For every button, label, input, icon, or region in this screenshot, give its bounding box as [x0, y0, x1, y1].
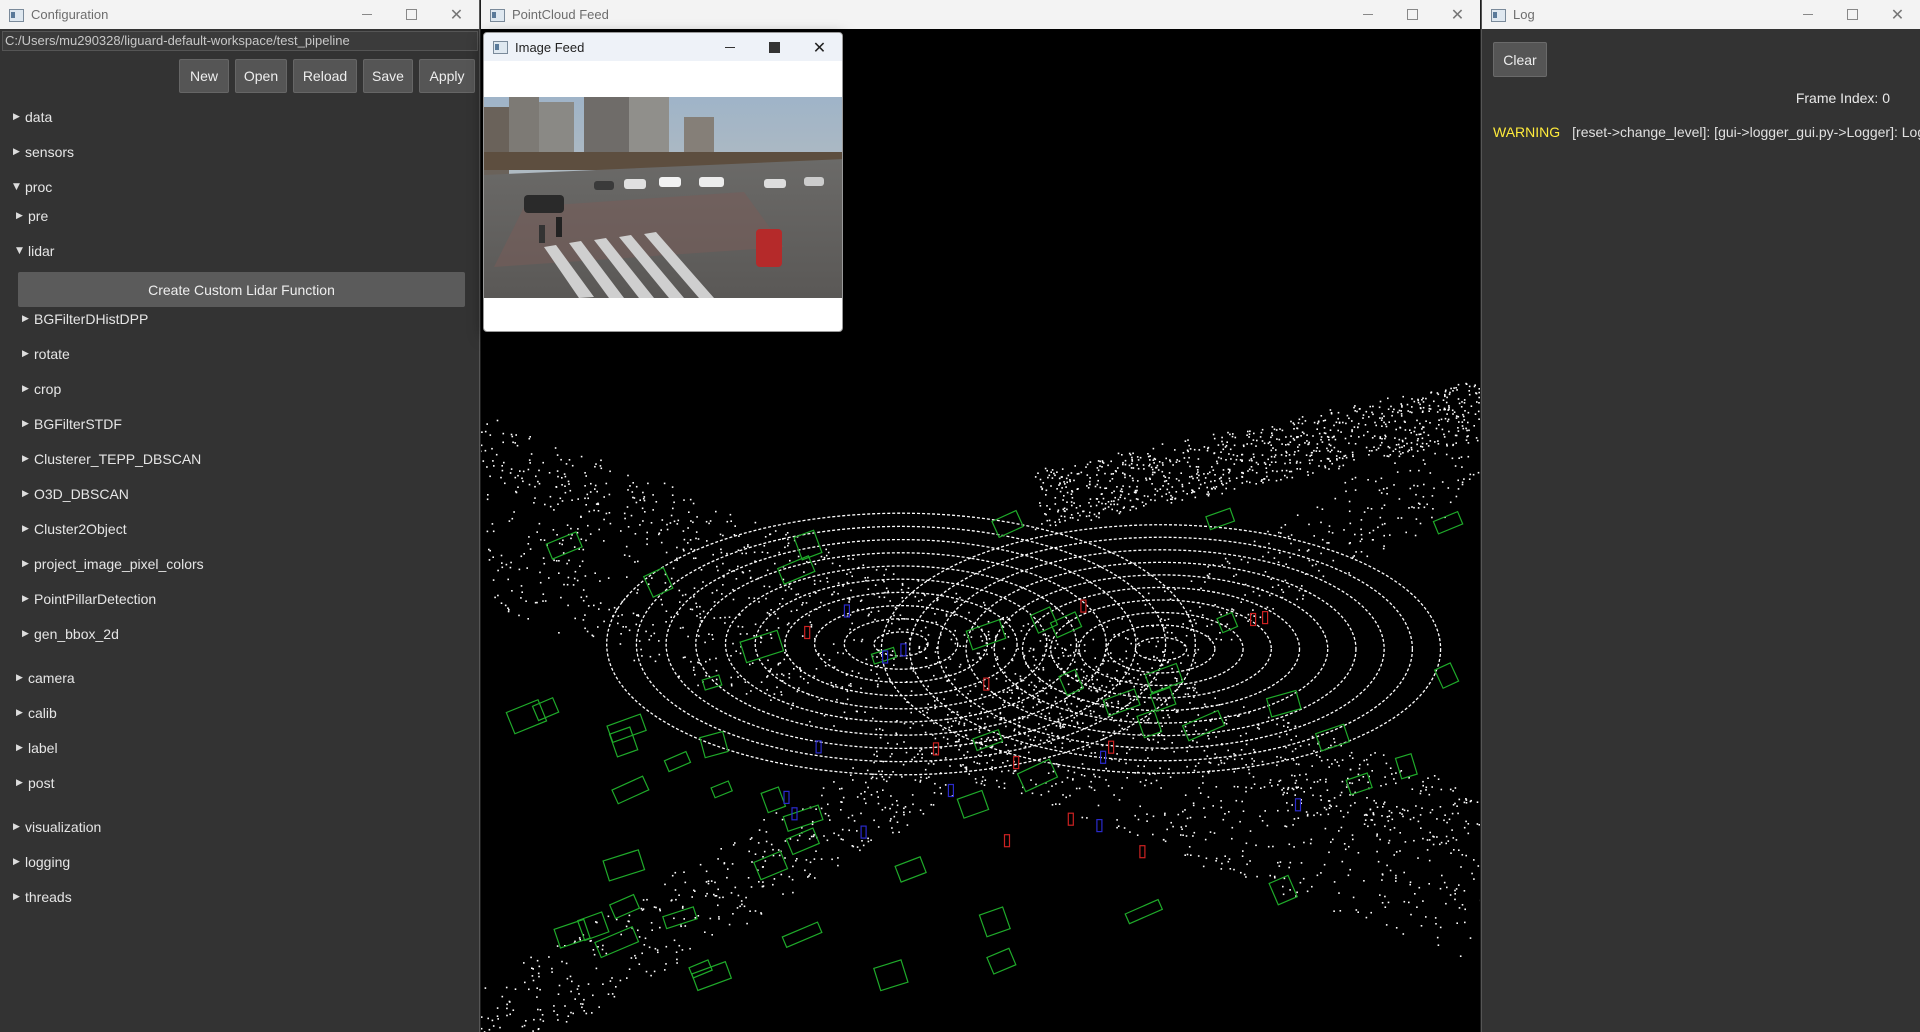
log-window: Log ✕ Clear Frame Index: 0 WARNING [reset…: [1481, 0, 1920, 1032]
collapsed-triangle-icon: ▶: [13, 112, 20, 122]
tree-item-proc[interactable]: ▼ proc: [13, 177, 52, 197]
create-custom-lidar-function-button[interactable]: Create Custom Lidar Function: [18, 272, 465, 307]
collapsed-triangle-icon: ▶: [22, 419, 29, 429]
image-feed-titlebar[interactable]: Image Feed ✕: [484, 33, 842, 61]
collapsed-triangle-icon: ▶: [16, 673, 23, 683]
frame-index-label: Frame Index: 0: [1795, 90, 1890, 106]
minimize-icon[interactable]: [344, 0, 389, 29]
collapsed-triangle-icon: ▶: [22, 314, 29, 324]
tree-item-lidar-function[interactable]: ▶ Cluster2Object: [22, 519, 127, 539]
app-window-icon: [8, 7, 24, 23]
tree-item-lidar-function[interactable]: ▶ gen_bbox_2d: [22, 624, 119, 644]
new-button[interactable]: New: [179, 59, 229, 93]
close-icon[interactable]: ✕: [1875, 0, 1920, 29]
tree-item-threads[interactable]: ▶ threads: [13, 887, 72, 907]
log-level-badge: WARNING: [1493, 124, 1561, 140]
tree-item-label[interactable]: ▶ label: [16, 738, 58, 758]
collapsed-triangle-icon: ▶: [22, 594, 29, 604]
tree-item-lidar-function[interactable]: ▶ rotate: [22, 344, 70, 364]
tree-item-logging[interactable]: ▶ logging: [13, 852, 70, 872]
app-window-icon: [489, 7, 505, 23]
collapsed-triangle-icon: ▶: [22, 384, 29, 394]
config-toolbar: New Open Reload Save Apply: [179, 59, 475, 93]
pipeline-path-field[interactable]: C:/Users/mu290328/liguard-default-worksp…: [2, 31, 478, 51]
tree-item-data[interactable]: ▶ data: [13, 107, 52, 127]
collapsed-triangle-icon: ▶: [22, 349, 29, 359]
collapsed-triangle-icon: ▶: [22, 629, 29, 639]
collapsed-triangle-icon: ▶: [16, 211, 23, 221]
tree-item-lidar-function[interactable]: ▶ crop: [22, 379, 61, 399]
expanded-triangle-icon: ▼: [16, 246, 23, 256]
tree-item-lidar[interactable]: ▼ lidar: [16, 241, 54, 261]
camera-image: [484, 97, 842, 298]
reload-button[interactable]: Reload: [293, 59, 357, 93]
collapsed-triangle-icon: ▶: [16, 708, 23, 718]
collapsed-triangle-icon: ▶: [22, 559, 29, 569]
tree-item-lidar-function[interactable]: ▶ Clusterer_TEPP_DBSCAN: [22, 449, 201, 469]
maximize-icon[interactable]: [1830, 0, 1875, 29]
close-icon[interactable]: ✕: [1435, 0, 1480, 29]
tree-item-lidar-function[interactable]: ▶ O3D_DBSCAN: [22, 484, 129, 504]
tree-item-lidar-function[interactable]: ▶ BGFilterSTDF: [22, 414, 122, 434]
tree-item-post[interactable]: ▶ post: [16, 773, 54, 793]
config-titlebar[interactable]: Configuration ✕: [0, 0, 479, 29]
collapsed-triangle-icon: ▶: [13, 822, 20, 832]
window-title: Configuration: [31, 7, 109, 22]
collapsed-triangle-icon: ▶: [22, 489, 29, 499]
minimize-icon[interactable]: [1345, 0, 1390, 29]
window-title: Image Feed: [515, 39, 585, 55]
save-button[interactable]: Save: [363, 59, 413, 93]
pointcloud-titlebar[interactable]: PointCloud Feed ✕: [481, 0, 1480, 29]
collapsed-triangle-icon: ▶: [16, 778, 23, 788]
maximize-icon[interactable]: [1390, 0, 1435, 29]
log-entry: WARNING [reset->change_level]: [gui->logg…: [1493, 124, 1920, 140]
maximize-icon[interactable]: [752, 33, 797, 61]
close-icon[interactable]: ✕: [434, 0, 479, 29]
log-message: [reset->change_level]: [gui->logger_gui.…: [1572, 124, 1920, 140]
tree-item-sensors[interactable]: ▶ sensors: [13, 142, 74, 162]
collapsed-triangle-icon: ▶: [16, 743, 23, 753]
collapsed-triangle-icon: ▶: [13, 892, 20, 902]
expanded-triangle-icon: ▼: [13, 182, 20, 192]
close-icon[interactable]: ✕: [797, 33, 842, 61]
tree-item-lidar-function[interactable]: ▶ BGFilterDHistDPP: [22, 309, 148, 329]
tree-item-camera[interactable]: ▶ camera: [16, 668, 75, 688]
clear-button[interactable]: Clear: [1493, 42, 1547, 77]
image-feed-window: Image Feed ✕: [483, 32, 843, 332]
minimize-icon[interactable]: [1785, 0, 1830, 29]
tree-item-calib[interactable]: ▶ calib: [16, 703, 57, 723]
app-window-icon: [1490, 7, 1506, 23]
tree-item-lidar-function[interactable]: ▶ PointPillarDetection: [22, 589, 156, 609]
tree-item-pre[interactable]: ▶ pre: [16, 206, 48, 226]
window-title: PointCloud Feed: [512, 7, 609, 22]
log-titlebar[interactable]: Log ✕: [1482, 0, 1920, 29]
collapsed-triangle-icon: ▶: [13, 147, 20, 157]
maximize-icon[interactable]: [389, 0, 434, 29]
collapsed-triangle-icon: ▶: [22, 454, 29, 464]
minimize-icon[interactable]: [707, 33, 752, 61]
configuration-window: Configuration ✕ C:/Users/mu290328/liguar…: [0, 0, 480, 1032]
open-button[interactable]: Open: [235, 59, 287, 93]
collapsed-triangle-icon: ▶: [22, 524, 29, 534]
app-window-icon: [492, 39, 508, 55]
tree-item-visualization[interactable]: ▶ visualization: [13, 817, 101, 837]
tree-item-lidar-function[interactable]: ▶ project_image_pixel_colors: [22, 554, 204, 574]
window-title: Log: [1513, 7, 1535, 22]
collapsed-triangle-icon: ▶: [13, 857, 20, 867]
apply-button[interactable]: Apply: [419, 59, 475, 93]
